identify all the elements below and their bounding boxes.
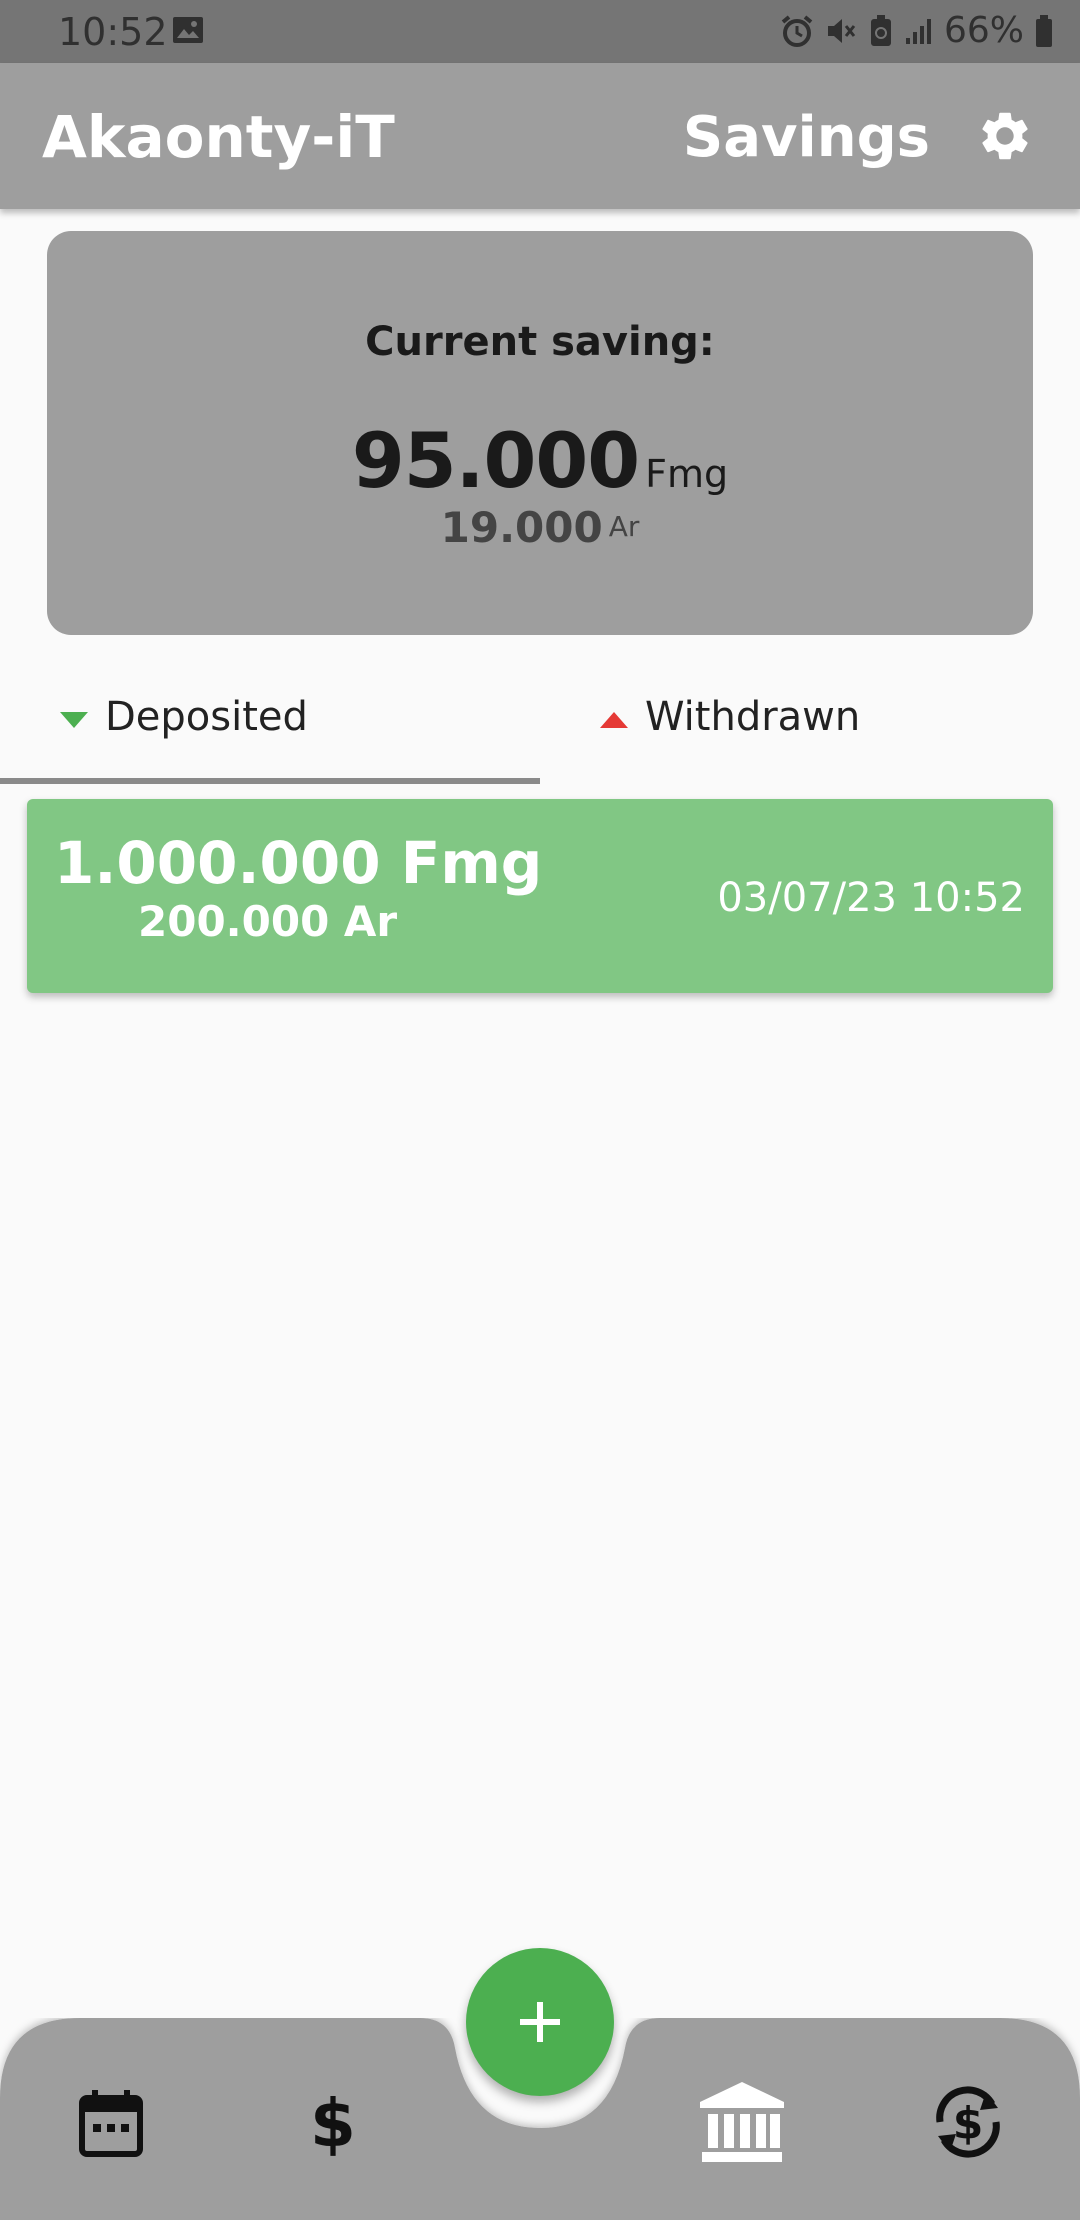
tab-bar: Deposited Withdrawn	[0, 660, 1080, 784]
saving-amount-value: 95.000	[351, 416, 640, 505]
signal-icon	[904, 16, 934, 46]
list-item[interactable]: 1.000.000 Fmg 200.000 Ar 03/07/23 10:52	[27, 799, 1053, 993]
svg-text:$: $	[310, 2088, 356, 2158]
tab-indicator	[0, 778, 540, 784]
add-transaction-button[interactable]	[466, 1948, 614, 2096]
calendar-button[interactable]	[78, 2088, 144, 2162]
up-triangle-icon	[600, 712, 628, 728]
tab-withdrawn[interactable]: Withdrawn	[540, 660, 1080, 784]
tab-withdrawn-label: Withdrawn	[645, 694, 861, 740]
battery-saver-icon	[868, 14, 894, 48]
transaction-sub-amount: 200.000 Ar	[138, 897, 398, 946]
svg-text:$: $	[953, 2098, 984, 2149]
bank-icon	[700, 2082, 784, 2162]
alarm-icon	[780, 14, 814, 48]
current-saving-amount: 95.000 Fmg	[47, 416, 1033, 505]
current-saving-label: Current saving:	[365, 319, 715, 365]
transaction-date: 03/07/23 10:52	[717, 875, 1025, 921]
exchange-button[interactable]: $	[928, 2082, 1008, 2166]
savings-button[interactable]	[698, 2080, 786, 2168]
page-title: Savings	[682, 105, 930, 170]
saving-sub-value: 19.000	[440, 503, 603, 552]
down-triangle-icon	[60, 712, 88, 728]
battery-percent: 66%	[943, 10, 1024, 51]
status-time: 10:52	[58, 10, 168, 54]
savings-summary-card: Current saving: 95.000 Fmg 19.000 Ar	[47, 231, 1033, 635]
saving-amount-unit: Fmg	[645, 452, 729, 496]
plus-icon	[520, 2002, 560, 2042]
saving-sub-unit: Ar	[608, 510, 640, 543]
currency-exchange-icon: $	[936, 2086, 1000, 2158]
current-saving-sub-amount: 19.000 Ar	[47, 503, 1033, 552]
app-bar: Akaonty-iT Savings	[0, 63, 1080, 209]
status-bar: 10:52 66%	[0, 0, 1080, 63]
expenses-button[interactable]: $	[310, 2085, 356, 2162]
tab-deposited-label: Deposited	[105, 694, 308, 740]
gear-icon	[982, 112, 1028, 160]
dollar-icon: $	[310, 2085, 356, 2162]
image-notification-icon	[172, 16, 204, 48]
vibrate-mute-icon	[824, 14, 858, 48]
tab-deposited[interactable]: Deposited	[0, 660, 540, 784]
battery-icon	[1034, 14, 1054, 48]
settings-button[interactable]	[976, 107, 1034, 169]
transaction-amount: 1.000.000 Fmg	[54, 829, 543, 897]
calendar-icon	[79, 2090, 143, 2157]
app-title: Akaonty-iT	[42, 103, 395, 171]
